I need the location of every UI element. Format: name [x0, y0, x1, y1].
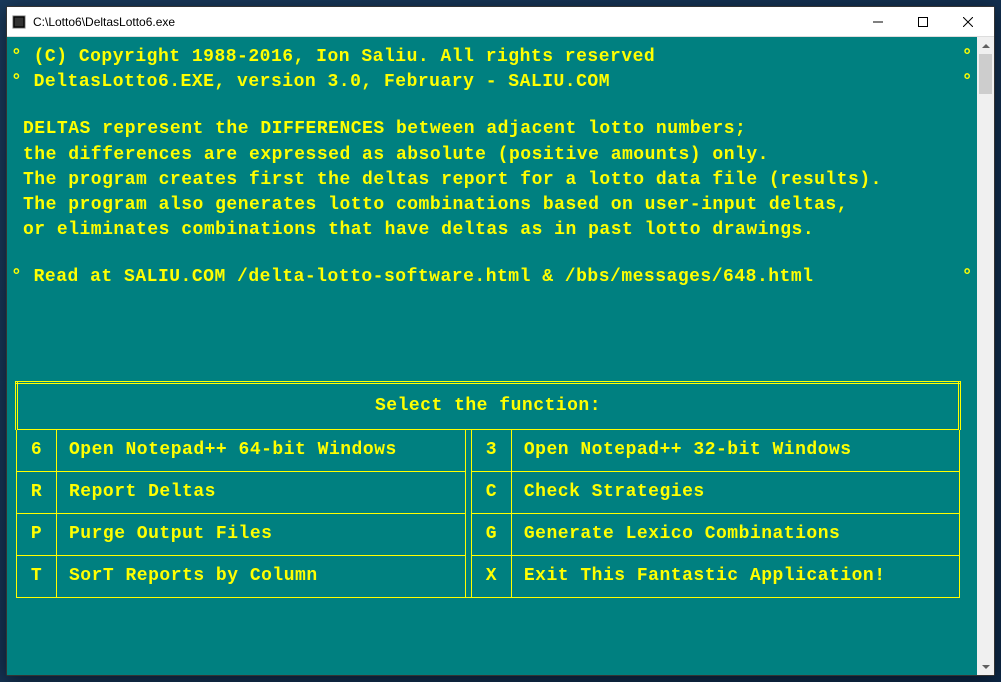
menu-row: R Report Deltas C Check Strategies	[17, 471, 960, 513]
titlebar[interactable]: C:\Lotto6\DeltasLotto6.exe	[7, 7, 994, 37]
window-frame: C:\Lotto6\DeltasLotto6.exe ° (C) Copyrig…	[6, 6, 995, 676]
maximize-button[interactable]	[900, 8, 945, 36]
scroll-up-arrow[interactable]	[977, 37, 994, 54]
menu-label[interactable]: Generate Lexico Combinations	[511, 514, 959, 556]
desc-line-3: The program creates first the deltas rep…	[11, 168, 973, 193]
menu-label[interactable]: Exit This Fantastic Application!	[511, 556, 959, 598]
console-area: ° (C) Copyright 1988-2016, Ion Saliu. Al…	[7, 37, 994, 675]
menu-key[interactable]: T	[17, 556, 57, 598]
close-button[interactable]	[945, 8, 990, 36]
menu-label[interactable]: Open Notepad++ 64-bit Windows	[57, 429, 466, 471]
menu-table: Select the function: 6 Open Notepad++ 64…	[15, 381, 961, 599]
menu-label[interactable]: Open Notepad++ 32-bit Windows	[511, 429, 959, 471]
menu-key[interactable]: 3	[471, 429, 511, 471]
menu-row: T SorT Reports by Column X Exit This Fan…	[17, 556, 960, 598]
menu-key[interactable]: P	[17, 514, 57, 556]
vertical-scrollbar[interactable]	[977, 37, 994, 675]
minimize-button[interactable]	[855, 8, 900, 36]
readmore-line: ° Read at SALIU.COM /delta-lotto-softwar…	[11, 265, 973, 290]
desc-line-2: the differences are expressed as absolut…	[11, 143, 973, 168]
console-content: ° (C) Copyright 1988-2016, Ion Saliu. Al…	[7, 37, 977, 675]
menu-label[interactable]: Purge Output Files	[57, 514, 466, 556]
menu-label[interactable]: SorT Reports by Column	[57, 556, 466, 598]
menu-label[interactable]: Report Deltas	[57, 471, 466, 513]
scroll-down-arrow[interactable]	[977, 658, 994, 675]
desc-line-4: The program also generates lotto combina…	[11, 193, 973, 218]
menu-key[interactable]: X	[471, 556, 511, 598]
version-line: ° DeltasLotto6.EXE, version 3.0, Februar…	[11, 70, 973, 95]
window-title: C:\Lotto6\DeltasLotto6.exe	[33, 15, 855, 29]
menu-row: P Purge Output Files G Generate Lexico C…	[17, 514, 960, 556]
copyright-line: ° (C) Copyright 1988-2016, Ion Saliu. Al…	[11, 45, 973, 70]
menu-key[interactable]: G	[471, 514, 511, 556]
window-controls	[855, 8, 990, 36]
menu-title: Select the function:	[17, 382, 960, 429]
menu-label[interactable]: Check Strategies	[511, 471, 959, 513]
desc-line-5: or eliminates combinations that have del…	[11, 218, 973, 243]
scrollbar-track[interactable]	[977, 54, 994, 658]
desc-line-1: DELTAS represent the DIFFERENCES between…	[11, 117, 973, 142]
menu-key[interactable]: R	[17, 471, 57, 513]
menu-key[interactable]: C	[471, 471, 511, 513]
menu-key[interactable]: 6	[17, 429, 57, 471]
menu-row: 6 Open Notepad++ 64-bit Windows 3 Open N…	[17, 429, 960, 471]
scrollbar-thumb[interactable]	[979, 54, 992, 94]
app-icon	[11, 14, 27, 30]
